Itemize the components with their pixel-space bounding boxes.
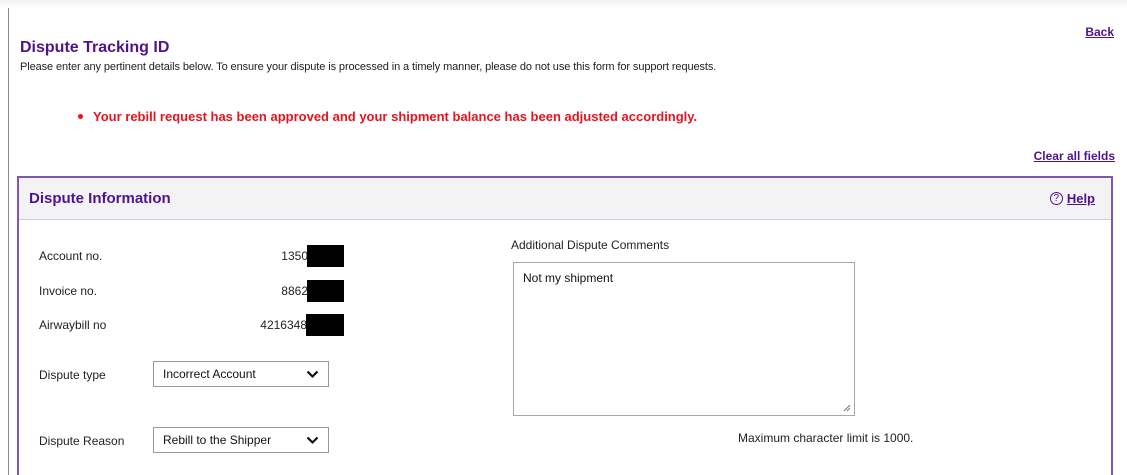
account-redaction xyxy=(307,245,344,267)
page-subtitle: Please enter any pertinent details below… xyxy=(20,61,717,73)
approval-alert: Your rebill request has been approved an… xyxy=(78,109,697,124)
help-label: Help xyxy=(1066,191,1095,206)
airwaybill-label: Airwaybill no xyxy=(39,318,107,332)
airwaybill-redaction xyxy=(306,314,344,336)
dispute-type-select[interactable]: Incorrect Account xyxy=(153,361,329,387)
clear-all-fields-link[interactable]: Clear all fields xyxy=(1034,149,1115,163)
invoice-label: Invoice no. xyxy=(39,284,98,298)
chevron-down-icon xyxy=(306,436,319,444)
panel-header: Dispute Information ? Help xyxy=(19,178,1111,220)
question-circle-icon: ? xyxy=(1049,192,1063,205)
page-title: Dispute Tracking ID xyxy=(20,39,170,56)
comments-text: Not my shipment xyxy=(523,271,614,285)
dispute-reason-select[interactable]: Rebill to the Shipper xyxy=(153,427,329,453)
comments-label: Additional Dispute Comments xyxy=(511,238,670,252)
panel-title: Dispute Information xyxy=(29,190,171,207)
dispute-type-selected: Incorrect Account xyxy=(163,367,256,381)
dispute-reason-selected: Rebill to the Shipper xyxy=(163,433,272,447)
dispute-type-label: Dispute type xyxy=(39,368,106,382)
comments-textarea[interactable]: Not my shipment xyxy=(513,262,855,416)
top-shade xyxy=(0,0,1127,8)
invoice-redaction xyxy=(307,280,344,302)
airwaybill-value: 4216348 xyxy=(260,318,307,332)
alert-message: Your rebill request has been approved an… xyxy=(93,109,698,124)
chevron-down-icon xyxy=(306,370,319,378)
account-value: 1350 xyxy=(281,249,308,263)
left-border xyxy=(8,8,9,475)
resize-handle-icon[interactable] xyxy=(842,403,851,412)
dispute-reason-label: Dispute Reason xyxy=(39,434,125,448)
invoice-value: 8862 xyxy=(281,284,308,298)
back-link[interactable]: Back xyxy=(1085,25,1114,39)
help-link[interactable]: ? Help xyxy=(1049,191,1095,206)
bullet-icon xyxy=(78,114,83,119)
account-label: Account no. xyxy=(39,249,103,263)
character-limit-note: Maximum character limit is 1000. xyxy=(738,431,914,445)
